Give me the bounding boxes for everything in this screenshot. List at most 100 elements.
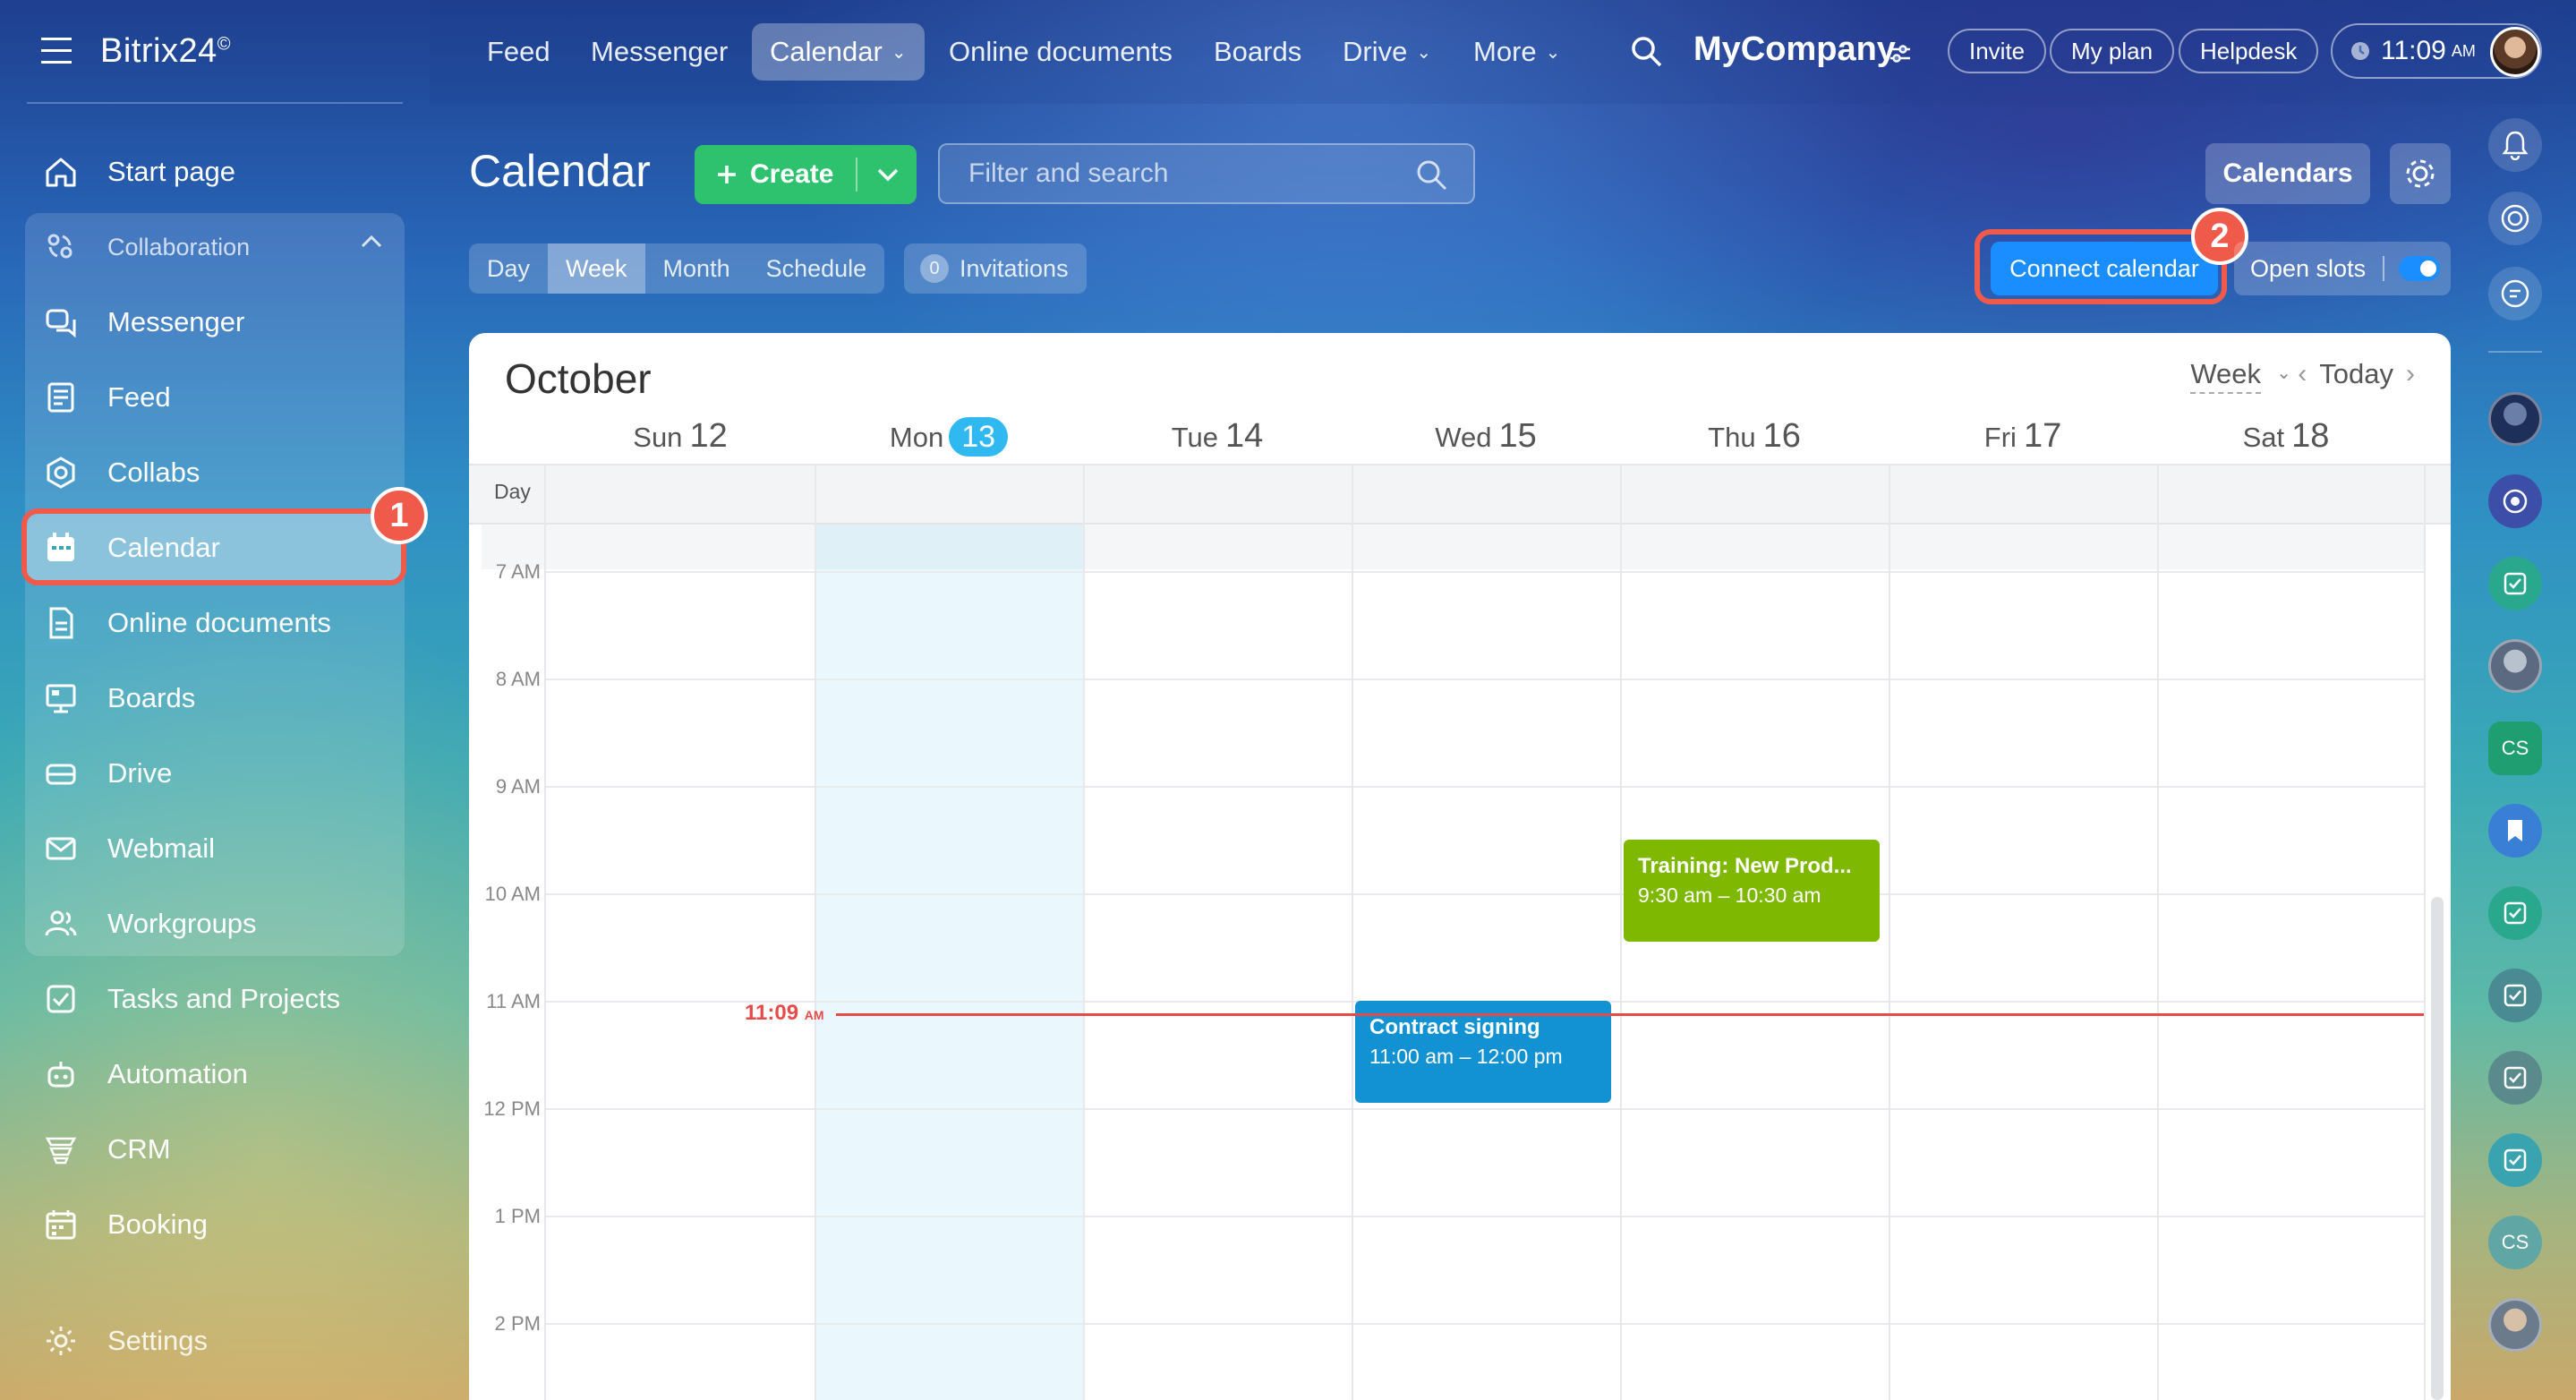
sidebar-item-automation[interactable]: Automation xyxy=(27,1040,403,1108)
hour-line xyxy=(544,679,2424,680)
hour-line xyxy=(544,786,2424,788)
helpdesk-button[interactable]: Helpdesk xyxy=(2179,29,2319,73)
calendars-button[interactable]: Calendars xyxy=(2205,143,2370,204)
task-chat-icon[interactable] xyxy=(2488,969,2542,1022)
sidebar-item-webmail[interactable]: Webmail xyxy=(27,815,403,883)
tab-week[interactable]: Week xyxy=(548,243,645,294)
collab-cs-icon[interactable]: CS xyxy=(2488,1216,2542,1269)
sidebar-item-collabs[interactable]: Collabs xyxy=(27,439,403,507)
month-title: October xyxy=(505,355,652,402)
sidebar-item-messenger[interactable]: Messenger xyxy=(27,288,403,356)
open-slots-toggle[interactable] xyxy=(2399,256,2440,281)
top-nav-drive[interactable]: Drive ⌄ xyxy=(1325,23,1449,81)
event-training[interactable]: Training: New Prod... 9:30 am – 10:30 am xyxy=(1624,840,1880,942)
automation-icon xyxy=(43,1056,79,1092)
invite-button[interactable]: Invite xyxy=(1948,29,2047,73)
company-settings-icon[interactable] xyxy=(1889,43,1912,64)
top-nav-label: Calendar xyxy=(770,36,883,67)
sidebar-item-booking[interactable]: Booking xyxy=(27,1191,403,1259)
sidebar-item-label: CRM xyxy=(107,1133,171,1165)
hour-line xyxy=(544,1108,2424,1110)
day-header-fri[interactable]: Fri 17 xyxy=(1889,417,2157,456)
hour-label: 9 AM xyxy=(495,775,541,798)
task-chat-icon[interactable] xyxy=(2488,1133,2542,1187)
top-nav-online-documents[interactable]: Online documents xyxy=(931,23,1190,81)
previous-arrow-icon[interactable]: ‹ xyxy=(2298,359,2307,389)
sidebar-item-drive[interactable]: Drive xyxy=(27,739,403,807)
chat-avatar[interactable] xyxy=(2488,1298,2542,1352)
top-nav-more[interactable]: More ⌄ xyxy=(1455,23,1578,81)
chat-channel-icon[interactable] xyxy=(2488,474,2542,528)
range-selector[interactable]: Week ⌄ xyxy=(2190,358,2291,394)
search-input[interactable] xyxy=(968,158,1398,189)
search-icon[interactable] xyxy=(1631,36,1663,68)
collaboration-header[interactable]: Collaboration xyxy=(27,213,403,281)
menu-icon[interactable] xyxy=(41,38,75,64)
day-header-sun[interactable]: Sun 12 xyxy=(546,417,815,456)
filter-search-field[interactable] xyxy=(938,143,1475,204)
chevron-up-icon[interactable] xyxy=(360,235,383,249)
sidebar-item-feed[interactable]: Feed xyxy=(27,363,403,431)
chat-avatar[interactable] xyxy=(2488,392,2542,446)
day-header-tue[interactable]: Tue 14 xyxy=(1083,417,1352,456)
sidebar-item-label: Feed xyxy=(107,381,171,413)
sidebar-item-online-documents[interactable]: Online documents xyxy=(27,589,403,657)
invitations-count: 0 xyxy=(920,254,949,283)
copilot-icon[interactable] xyxy=(2488,192,2542,245)
day-header-thu[interactable]: Thu 16 xyxy=(1620,417,1889,456)
callout-highlight-connect xyxy=(1975,229,2227,304)
sidebar-item-tasks[interactable]: Tasks and Projects xyxy=(27,965,403,1033)
day-header-wed[interactable]: Wed 15 xyxy=(1352,417,1620,456)
tab-day[interactable]: Day xyxy=(469,243,548,294)
open-slots-control[interactable]: Open slots xyxy=(2234,242,2451,295)
sidebar-divider xyxy=(27,102,403,104)
event-contract-signing[interactable]: Contract signing 11:00 am – 12:00 pm xyxy=(1355,1001,1611,1103)
create-button[interactable]: Create xyxy=(695,145,917,204)
day-header-mon[interactable]: Mon 13 xyxy=(815,417,1083,457)
sidebar-item-workgroups[interactable]: Workgroups xyxy=(27,890,403,958)
sidebar-item-settings[interactable]: Settings xyxy=(27,1307,403,1375)
sidebar-item-crm[interactable]: CRM xyxy=(27,1115,403,1183)
my-plan-button[interactable]: My plan xyxy=(2050,29,2175,73)
drive-icon xyxy=(43,755,79,791)
event-time: 9:30 am – 10:30 am xyxy=(1638,884,1821,907)
event-title: Training: New Prod... xyxy=(1638,854,1852,878)
top-nav-calendar[interactable]: Calendar ⌄ xyxy=(752,23,925,81)
chat-search-icon[interactable] xyxy=(2488,267,2542,320)
bookmark-icon[interactable] xyxy=(2488,804,2542,858)
range-selector-label: Week xyxy=(2190,358,2261,389)
current-time-label: 11:09 AM xyxy=(745,1001,824,1025)
user-avatar[interactable] xyxy=(2490,27,2540,77)
top-nav-feed[interactable]: Feed xyxy=(469,23,568,81)
task-chat-icon[interactable] xyxy=(2488,886,2542,940)
sidebar-item-label: Settings xyxy=(107,1325,209,1356)
tab-schedule[interactable]: Schedule xyxy=(748,243,885,294)
day-header-sat[interactable]: Sat 18 xyxy=(2152,417,2420,456)
invitations-tab[interactable]: 0 Invitations xyxy=(904,243,1087,294)
tasks-icon xyxy=(43,981,79,1017)
tab-month[interactable]: Month xyxy=(645,243,748,294)
calendar-settings-button[interactable] xyxy=(2390,143,2451,204)
logo[interactable]: Bitrix24© xyxy=(100,32,231,71)
all-day-row[interactable] xyxy=(469,464,2451,525)
next-arrow-icon[interactable]: › xyxy=(2406,359,2415,389)
collab-cs-icon[interactable]: CS xyxy=(2488,721,2542,775)
vertical-scrollbar[interactable] xyxy=(2431,897,2444,1400)
sidebar-item-boards[interactable]: Boards xyxy=(27,664,403,732)
plus-icon xyxy=(716,164,738,185)
column-divider xyxy=(1889,464,1890,1400)
top-nav-label: Drive xyxy=(1343,36,1408,67)
notifications-bell-icon[interactable] xyxy=(2488,118,2542,172)
chat-avatar[interactable] xyxy=(2488,639,2542,693)
booking-icon xyxy=(43,1207,79,1242)
chevron-down-icon[interactable] xyxy=(872,158,904,192)
company-name[interactable]: MyCompany xyxy=(1693,30,1896,69)
top-nav-messenger[interactable]: Messenger xyxy=(573,23,746,81)
hour-label: 8 AM xyxy=(495,668,541,690)
top-nav-boards[interactable]: Boards xyxy=(1196,23,1319,81)
sidebar-item-start-page[interactable]: Start page xyxy=(27,138,403,206)
search-icon[interactable] xyxy=(1416,159,1448,192)
today-button[interactable]: Today xyxy=(2319,358,2393,390)
task-chat-icon[interactable] xyxy=(2488,1051,2542,1105)
task-chat-icon[interactable] xyxy=(2488,557,2542,610)
